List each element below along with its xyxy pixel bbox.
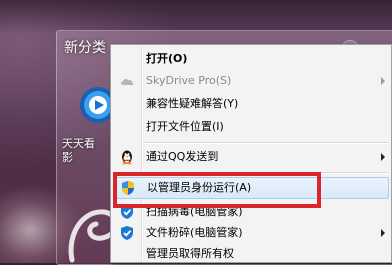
menu-item-compatibility-troubleshoot[interactable]: 兼容性疑难解答(Y)	[113, 94, 389, 114]
menu-item-label: SkyDrive Pro(S)	[146, 74, 232, 87]
menu-item-skydrive-pro[interactable]: SkyDrive Pro(S)	[113, 71, 389, 91]
submenu-arrow-icon	[381, 77, 385, 85]
annotation-highlight-box	[113, 172, 321, 208]
menu-item-open[interactable]: 打开(O)	[113, 49, 389, 69]
menu-item-label: 兼容性疑难解答(Y)	[146, 97, 239, 110]
menu-item-file-shredder[interactable]: 文件粉碎(电脑管家)	[113, 223, 389, 243]
submenu-arrow-icon	[381, 153, 385, 161]
menu-item-label: 文件粉碎(电脑管家)	[146, 226, 243, 239]
submenu-arrow-icon	[381, 229, 385, 237]
menu-item-open-file-location[interactable]: 打开文件位置(I)	[113, 117, 389, 137]
context-menu: 打开(O) SkyDrive Pro(S) 兼容性疑难解答(Y) 打开文件位置(…	[110, 44, 392, 263]
qq-penguin-icon	[122, 150, 132, 165]
desktop-group-title: 新分类	[64, 40, 106, 56]
menu-separator	[144, 142, 389, 144]
menu-item-label: 管理员取得所有权	[146, 247, 234, 260]
menu-item-label: 打开(O)	[146, 52, 188, 65]
menu-item-label: 通过QQ发送到	[146, 150, 219, 163]
menu-item-take-ownership[interactable]: 管理员取得所有权	[113, 244, 389, 264]
menu-item-label: 打开文件位置(I)	[146, 120, 224, 133]
tencent-shield-icon	[121, 226, 133, 240]
cloud-icon	[121, 78, 134, 85]
menu-item-send-via-qq[interactable]: 通过QQ发送到	[113, 147, 389, 167]
top-shadow	[0, 0, 392, 34]
